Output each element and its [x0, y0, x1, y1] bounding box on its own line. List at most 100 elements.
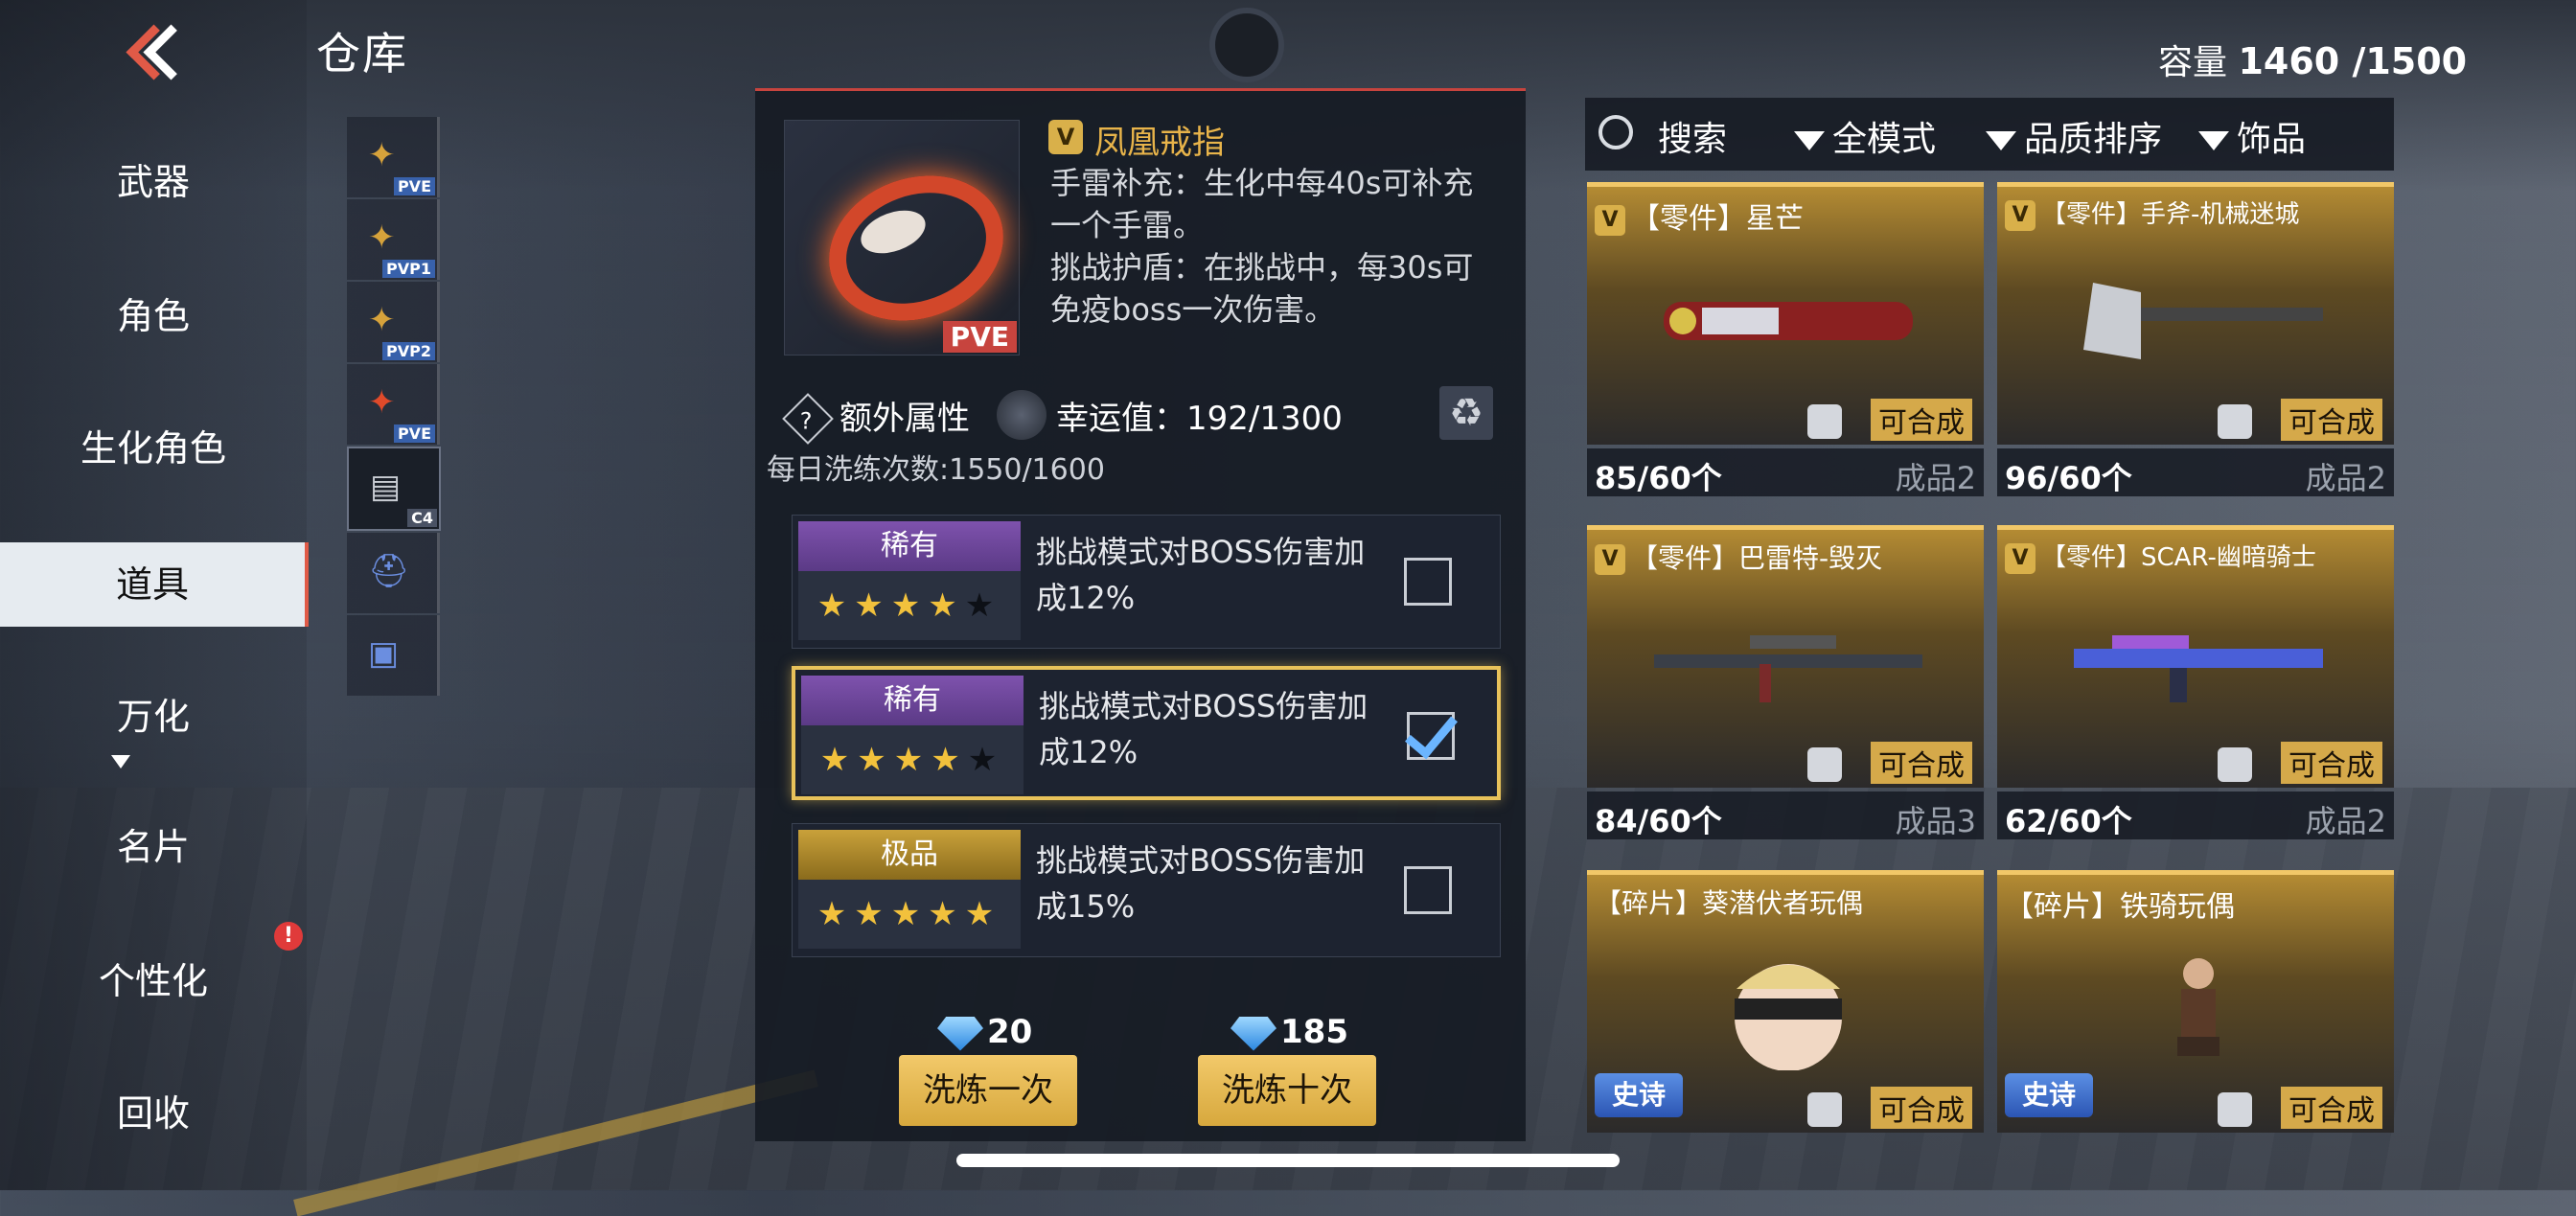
- sidebar: 武器 角色 生化角色 道具 万化 名片 个性化 ! 回收: [0, 0, 309, 1190]
- sidebar-item-items[interactable]: 道具: [0, 542, 309, 627]
- refine-once-cost: 20: [937, 1013, 1032, 1051]
- alert-badge: !: [274, 922, 303, 951]
- question-icon[interactable]: ?: [782, 393, 834, 445]
- check-icon: [1405, 703, 1458, 760]
- ring-icon: ✦: [368, 301, 396, 339]
- compose-label: 可合成: [1871, 1087, 1972, 1129]
- stars-filled: ★★★★: [819, 741, 968, 779]
- helmet-icon: ⛑: [368, 552, 410, 590]
- search-icon[interactable]: [1598, 115, 1633, 149]
- item-description: 手雷补充：生化中每40s可补充一个手雷。 挑战护盾：在挑战中，每30s可免疫bo…: [1050, 162, 1501, 331]
- sidebar-item-weapons[interactable]: 武器: [0, 140, 307, 224]
- axe-icon: [2083, 283, 2323, 359]
- inventory-card[interactable]: 【碎片】铁骑玩偶 史诗 可合成: [1997, 870, 2394, 1133]
- card-info: 85/60个 成品2: [1587, 448, 1984, 496]
- card-info: 84/60个 成品3: [1587, 792, 1984, 839]
- item-thumbnail[interactable]: ✦ PVP2: [347, 282, 440, 362]
- inventory-card[interactable]: V 【零件】巴雷特-毁灭 可合成: [1587, 525, 1984, 788]
- search-button[interactable]: 搜索: [1658, 111, 1727, 161]
- star-rating: ★★★★★: [798, 571, 1021, 640]
- gauntlet-icon: [1664, 302, 1913, 340]
- fragment-count: 85/60个: [1595, 460, 1722, 496]
- back-button[interactable]: [125, 21, 199, 80]
- product-grade: 成品2: [2305, 803, 2386, 839]
- attribute-row[interactable]: 稀有 ★★★★★ 挑战模式对BOSS伤害加成12%: [792, 515, 1501, 649]
- sort-filter-label: 品质排序: [2024, 120, 2163, 159]
- chevron-down-icon: [2198, 131, 2229, 150]
- attribute-text: 挑战模式对BOSS伤害加成12%: [1036, 534, 1366, 616]
- star-rating: ★★★★★: [798, 880, 1021, 949]
- card-title: V 【零件】巴雷特-毁灭: [1595, 538, 1882, 576]
- star-rating: ★★★★★: [801, 725, 1024, 794]
- mode-filter[interactable]: 全模式: [1794, 111, 1936, 161]
- sidebar-item-wanhua[interactable]: 万化: [0, 675, 307, 759]
- card-info: 62/60个 成品2: [1997, 792, 2394, 839]
- mode-tag: PVP1: [382, 260, 435, 278]
- c4-icon: ▤: [370, 468, 402, 506]
- rarity-label: 极品: [798, 830, 1021, 880]
- diamond-icon: [1230, 1016, 1276, 1051]
- compose-label: 可合成: [1871, 399, 1972, 441]
- lock-checkbox-checked[interactable]: [1405, 703, 1458, 760]
- fragment-count: 96/60个: [2005, 460, 2132, 496]
- refine-panel: PVE V 凤凰戒指 手雷补充：生化中每40s可补充一个手雷。 挑战护盾：在挑战…: [755, 88, 1526, 1141]
- sidebar-item-recycle[interactable]: 回收: [0, 1071, 307, 1156]
- item-thumbnail[interactable]: ✦ PVE: [347, 117, 440, 197]
- mode-tag: PVE: [393, 424, 435, 443]
- inventory-card[interactable]: V 【零件】SCAR-幽暗骑士 可合成: [1997, 525, 2394, 788]
- recycle-icon: ♻: [1449, 391, 1484, 435]
- sidebar-item-characters[interactable]: 角色: [0, 274, 307, 358]
- mode-filter-label: 全模式: [1832, 120, 1937, 159]
- ring-icon: ✦: [368, 136, 396, 174]
- item-thumbnail[interactable]: ⛑: [347, 533, 440, 613]
- sidebar-item-namecards[interactable]: 名片: [0, 805, 307, 889]
- lock-checkbox[interactable]: [1404, 866, 1452, 914]
- inventory-card[interactable]: V 【零件】手斧-机械迷城 可合成: [1997, 182, 2394, 445]
- attribute-row-selected[interactable]: 稀有 ★★★★★ 挑战模式对BOSS伤害加成12%: [792, 666, 1501, 800]
- phoenix-ring-icon: [808, 151, 1024, 345]
- stars-empty: ★: [967, 741, 1005, 779]
- inventory-card[interactable]: V 【零件】星芒 可合成: [1587, 182, 1984, 445]
- sort-filter[interactable]: 品质排序: [1986, 111, 2162, 161]
- sidebar-item-bio-characters[interactable]: 生化角色: [0, 406, 307, 491]
- inventory-card[interactable]: 【碎片】葵潜伏者玩偶 史诗 可合成: [1587, 870, 1984, 1133]
- refine-ten-button[interactable]: 洗炼十次: [1198, 1055, 1376, 1126]
- category-filter[interactable]: 饰品: [2198, 111, 2306, 161]
- recycle-button[interactable]: ♻: [1439, 386, 1493, 440]
- luck-value: 幸运值：192/1300: [1056, 400, 1343, 438]
- mode-tag: PVE: [942, 321, 1017, 353]
- refine-ten-cost-value: 185: [1280, 1013, 1348, 1051]
- item-thumbnail[interactable]: ✦ PVP1: [347, 199, 440, 280]
- puzzle-icon: [2218, 1092, 2252, 1127]
- item-thumbnail[interactable]: ▣: [347, 615, 440, 696]
- fragment-count: 62/60个: [2005, 803, 2132, 839]
- extra-attributes-text: 额外属性: [840, 400, 970, 438]
- stars-empty: ★: [964, 586, 1002, 625]
- puzzle-icon: [2218, 747, 2252, 782]
- compose-label: 可合成: [2281, 742, 2382, 784]
- home-indicator: [956, 1154, 1620, 1167]
- refine-once-button[interactable]: 洗炼一次: [899, 1055, 1077, 1126]
- chevron-down-icon: [1986, 131, 2016, 150]
- product-grade: 成品3: [1895, 803, 1976, 839]
- mode-tag: C4: [407, 509, 437, 527]
- ring-icon: ✦: [368, 218, 396, 257]
- epic-badge: 史诗: [2005, 1073, 2093, 1117]
- item-thumbnail-selected[interactable]: ▤ C4: [347, 447, 441, 531]
- daily-refine-count: 每日洗练次数:1550/1600: [767, 453, 1105, 487]
- category-filter-label: 饰品: [2237, 120, 2307, 159]
- sidebar-item-personalize[interactable]: 个性化: [0, 939, 307, 1023]
- item-name: 凤凰戒指: [1094, 124, 1225, 162]
- chevron-down-icon[interactable]: [111, 755, 130, 769]
- stars-filled: ★★★★: [816, 586, 965, 625]
- compose-label: 可合成: [2281, 399, 2382, 441]
- puzzle-icon: [2218, 404, 2252, 439]
- item-desc-line-1: 手雷补充：生化中每40s可补充一个手雷。: [1050, 165, 1474, 243]
- quality-v-icon: V: [2005, 199, 2036, 231]
- attribute-row[interactable]: 极品 ★★★★★ 挑战模式对BOSS伤害加成15%: [792, 823, 1501, 957]
- quality-v-icon: V: [2005, 542, 2036, 574]
- stars-filled: ★★★★★: [816, 895, 1002, 933]
- item-thumbnail[interactable]: ✦ PVE: [347, 364, 440, 445]
- attribute-text: 挑战模式对BOSS伤害加成15%: [1036, 842, 1366, 925]
- lock-checkbox[interactable]: [1404, 558, 1452, 606]
